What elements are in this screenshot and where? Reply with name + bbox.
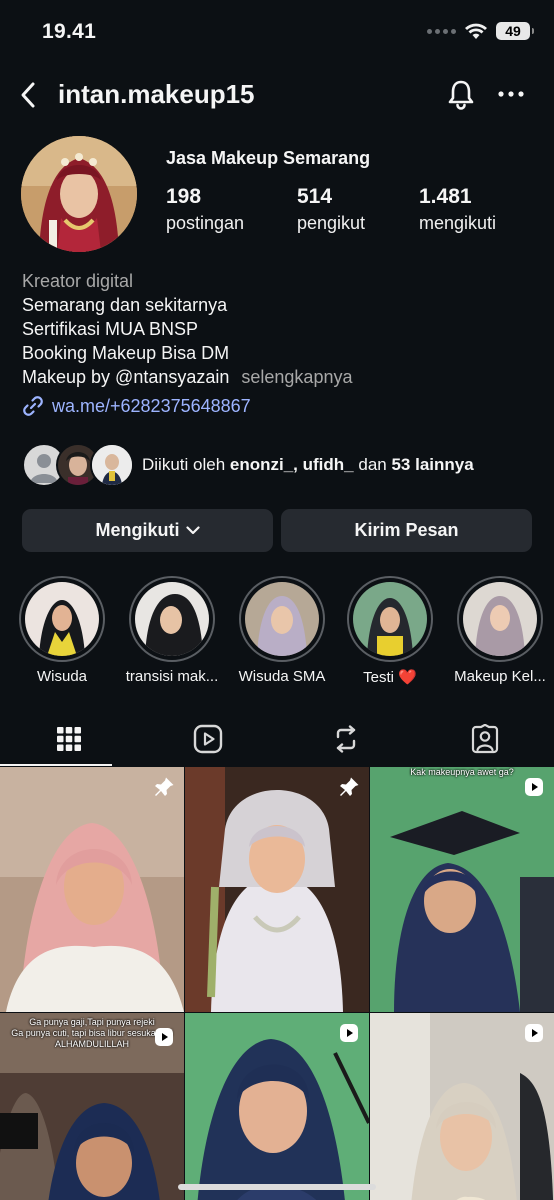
wifi-icon: [465, 23, 487, 39]
highlight-label: Wisuda SMA: [238, 668, 326, 685]
tab-reposts[interactable]: [277, 712, 416, 766]
send-message-label: Kirim Pesan: [354, 520, 459, 540]
highlight-ring: [19, 576, 105, 662]
header-username: intan.makeup15: [58, 79, 255, 109]
highlight-thumbnail: [135, 582, 209, 656]
stat-posts[interactable]: 198 postingan: [166, 184, 297, 236]
highlight-label: Wisuda: [36, 668, 88, 685]
post-image: [185, 767, 369, 1012]
mutual-avatar: [90, 443, 134, 487]
chevron-left-icon: [21, 82, 35, 108]
post-thumbnail[interactable]: Kak makeupnya awet ga?: [370, 767, 554, 1012]
highlight-ring: [457, 576, 543, 662]
profile-screen: 19.41 49 intan.makeup15 Jasa Makeup Sema…: [0, 0, 554, 1200]
stat-following-label: mengikuti: [419, 213, 497, 233]
tab-posts-grid[interactable]: [0, 712, 139, 766]
grid-icon: [57, 727, 82, 751]
signal-icon: [427, 28, 456, 34]
mutual-avatars: [22, 442, 134, 488]
story-highlights: Wisuda transisi mak... Wisuda SMA Testi …: [0, 576, 554, 686]
highlight-item[interactable]: transisi mak...: [122, 576, 222, 685]
stat-posts-value: 198: [166, 185, 202, 208]
bio-line: Sertifikasi MUA BNSP: [22, 319, 199, 339]
pinned-icon: [152, 775, 176, 799]
bio-more-link[interactable]: selengkapnya: [241, 367, 352, 387]
posts-grid: Kak makeupnya awet ga? Ga punya gaji,Tap…: [0, 767, 554, 1200]
highlight-thumbnail: [353, 582, 427, 656]
stat-followers[interactable]: 514 pengikut: [297, 184, 419, 236]
followed-by-prefix: Diikuti oleh: [142, 455, 226, 474]
post-thumbnail[interactable]: [0, 767, 184, 1012]
highlight-ring: [129, 576, 215, 662]
followed-by-text: Diikuti oleh enonzi_, ufidh_ dan 53 lain…: [142, 455, 474, 475]
post-thumbnail[interactable]: [185, 1013, 369, 1200]
status-icons: 49: [427, 22, 534, 40]
bell-icon: [448, 80, 474, 110]
highlight-item[interactable]: Wisuda SMA: [232, 576, 332, 685]
notifications-button[interactable]: [444, 77, 478, 111]
pinned-icon: [337, 775, 361, 799]
bio-line: Semarang dan sekitarnya: [22, 295, 228, 315]
bio-line: Makeup by @ntansyazain: [22, 367, 230, 387]
post-thumbnail[interactable]: Ga punya gaji,Tapi punya rejeki Ga punya…: [0, 1013, 184, 1200]
bio-link-text: wa.me/+6282375648867: [52, 395, 251, 416]
post-image: [0, 767, 184, 1012]
reel-icon: [522, 775, 546, 799]
highlight-label: transisi mak...: [125, 668, 219, 685]
more-horizontal-icon: [498, 91, 524, 97]
highlight-item[interactable]: Wisuda: [12, 576, 112, 685]
avatar-image: [21, 136, 137, 252]
highlight-item[interactable]: Testi ❤️: [340, 576, 440, 686]
highlight-item[interactable]: Makeup Kel...: [450, 576, 550, 685]
stat-following[interactable]: 1.481 mengikuti: [419, 184, 496, 236]
highlight-thumbnail: [25, 582, 99, 656]
profile-display-name: Jasa Makeup Semarang: [166, 148, 371, 168]
profile-header: intan.makeup15: [0, 70, 554, 120]
reels-icon: [193, 724, 222, 754]
link-icon: [23, 396, 43, 416]
status-time: 19.41: [42, 20, 97, 43]
following-button[interactable]: Mengikuti: [22, 509, 273, 552]
profile-tabs: [0, 712, 554, 766]
profile-avatar[interactable]: [21, 136, 137, 252]
back-button[interactable]: [14, 80, 42, 110]
highlight-label: Testi ❤️: [363, 669, 417, 686]
more-options-button[interactable]: [494, 77, 528, 111]
highlight-ring: [347, 576, 433, 662]
stat-posts-label: postingan: [166, 213, 245, 233]
highlight-thumbnail: [245, 582, 319, 656]
chevron-down-icon: [185, 526, 200, 535]
stat-followers-value: 514: [297, 185, 333, 208]
bio-line: Booking Makeup Bisa DM: [22, 343, 230, 363]
highlight-thumbnail: [463, 582, 537, 656]
followed-by-row[interactable]: Diikuti oleh enonzi_, ufidh_ dan 53 lain…: [22, 442, 474, 488]
tagged-user-icon: [471, 724, 498, 754]
reel-icon: [152, 1025, 176, 1049]
bio-link[interactable]: wa.me/+6282375648867: [22, 395, 251, 417]
post-thumbnail[interactable]: [370, 1013, 554, 1200]
send-message-button[interactable]: Kirim Pesan: [281, 509, 532, 552]
reel-icon: [522, 1021, 546, 1045]
followed-by-conjunction: dan: [358, 455, 387, 474]
profile-stats: 198 postingan 514 pengikut 1.481 mengiku…: [166, 184, 496, 236]
status-bar: 19.41 49: [0, 0, 554, 64]
tab-reels[interactable]: [139, 712, 278, 766]
stat-following-value: 1.481: [419, 185, 472, 208]
highlight-label: Makeup Kel...: [454, 668, 546, 685]
profile-bio: Kreator digital Semarang dan sekitarnya …: [22, 269, 542, 389]
tab-tagged[interactable]: [416, 712, 554, 766]
following-button-label: Mengikuti: [95, 520, 180, 540]
stat-followers-label: pengikut: [297, 213, 366, 233]
repost-icon: [337, 725, 356, 753]
followed-by-names: enonzi_, ufidh_: [229, 455, 354, 474]
post-thumbnail[interactable]: [185, 767, 369, 1012]
bio-line-last: Makeup by @ntansyazain selengkapnya: [22, 365, 542, 389]
bio-category: Kreator digital: [22, 271, 134, 291]
highlight-ring: [239, 576, 325, 662]
battery-icon: 49: [496, 22, 534, 40]
post-image: [370, 767, 554, 1012]
home-indicator[interactable]: [178, 1184, 376, 1190]
followed-by-others: 53 lainnya: [391, 455, 474, 474]
reel-icon: [337, 1021, 361, 1045]
